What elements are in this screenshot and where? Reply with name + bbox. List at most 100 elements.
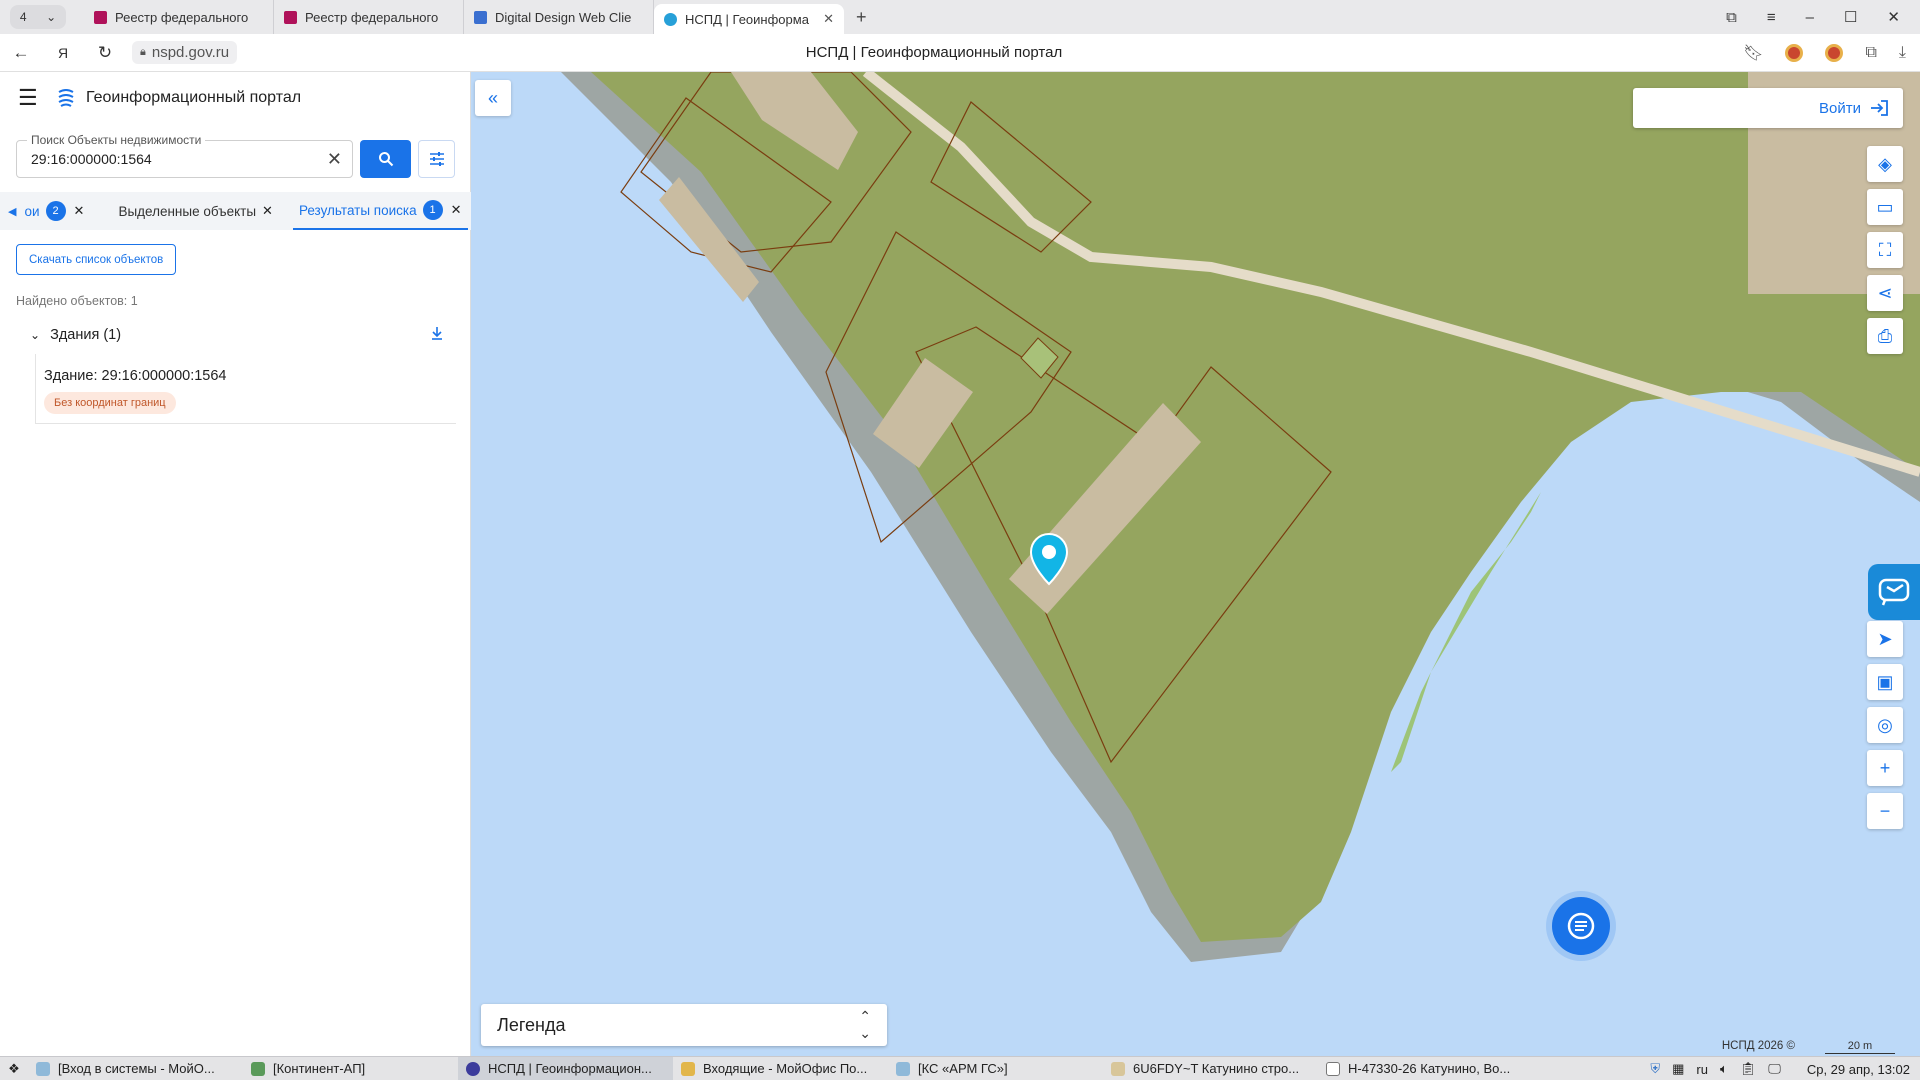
tab-count: 4	[19, 10, 27, 24]
found-count: Найдено объектов: 1	[16, 294, 138, 308]
area-select-button[interactable]: ⛶	[1867, 232, 1903, 268]
volume-icon[interactable]: 🔈︎	[1720, 1061, 1728, 1077]
tab-label: ои	[24, 203, 40, 219]
taskbar-item-label: НСПД | Геоинформацион...	[488, 1061, 652, 1076]
filter-button[interactable]	[418, 140, 455, 178]
tab-count-badge: 2	[45, 201, 66, 221]
download-icon[interactable]	[430, 326, 444, 344]
ruler-icon: ▭	[1876, 196, 1894, 217]
clock[interactable]: Ср, 29 апр, 13:02	[1807, 1062, 1910, 1077]
clipboard-icon[interactable]: 📋︎	[1740, 1061, 1757, 1077]
close-tab-icon[interactable]: ✕	[451, 202, 462, 218]
maximize-icon[interactable]: ☐	[1844, 8, 1857, 26]
feedback-button[interactable]	[1868, 564, 1920, 620]
expand-collapse-icon: ⌃ ⌄	[859, 1008, 871, 1041]
shield-icon[interactable]: ⛨	[1650, 1061, 1660, 1077]
chevron-left-icon[interactable]: ◀	[8, 205, 16, 218]
printer-icon: ⎙	[1877, 325, 1893, 346]
page-title: НСПД | Геоинформационный портал	[805, 44, 1063, 61]
network-icon[interactable]: ▦	[1672, 1061, 1684, 1077]
taskbar-item[interactable]: 6U6FDY~T Катунино стро...	[1103, 1057, 1318, 1080]
taskbar-item[interactable]: НСПД | Геоинформацион...	[458, 1056, 673, 1080]
minimize-icon[interactable]: –	[1806, 9, 1814, 26]
list-item[interactable]: Здание: 29:16:000000:1564 Без координат …	[35, 354, 456, 424]
chat-button[interactable]	[1552, 897, 1610, 955]
browser-icon	[466, 1061, 480, 1076]
login-button[interactable]: Войти	[1633, 88, 1903, 128]
panel-tabs: ◀ ои 2 ✕ Выделенные объекты ✕ Результаты…	[0, 192, 471, 230]
folder-icon	[1111, 1061, 1125, 1076]
minimap-button[interactable]: ▣	[1867, 664, 1903, 700]
tab-count-button[interactable]: 4 ⌄	[10, 5, 66, 29]
taskbar-item-label: [Вход в системы - МойО...	[58, 1061, 215, 1076]
result-title: Здание: 29:16:000000:1564	[44, 368, 227, 384]
app-icon	[36, 1061, 50, 1076]
lock-icon: 🔒︎	[140, 46, 146, 58]
chevron-down-icon[interactable]: ⌄	[30, 328, 40, 342]
keyboard-layout[interactable]: ru	[1696, 1062, 1708, 1077]
app-icon	[251, 1061, 265, 1076]
ruler-button[interactable]: ▭	[1867, 189, 1903, 225]
browser-tab-2[interactable]: Реестр федерального	[274, 0, 464, 34]
map-view[interactable]: « Войти ◈ ▭ ⛶ ⋖ ⎙ ➤ ▣ ◎ + − Легенда ⌃⌄	[471, 72, 1920, 1056]
close-tab-icon[interactable]: ✕	[74, 203, 85, 219]
browser-tab-1[interactable]: Реестр федерального	[84, 0, 274, 34]
my-location-button[interactable]: ➤	[1867, 621, 1903, 657]
hamburger-menu-icon[interactable]: ≡	[1767, 9, 1776, 26]
extension-icon[interactable]	[1825, 44, 1844, 62]
reload-icon[interactable]: ↻	[84, 43, 126, 63]
download-list-button[interactable]: Скачать список объектов	[16, 244, 177, 275]
url-field[interactable]: 🔒︎ nspd.gov.ru	[132, 41, 238, 64]
extension-icon[interactable]	[1785, 44, 1804, 62]
new-tab-icon[interactable]: +	[856, 7, 867, 28]
back-arrow-icon[interactable]: ←	[0, 43, 42, 63]
close-tab-icon[interactable]: ✕	[262, 203, 273, 219]
start-menu-icon[interactable]: ❖	[0, 1061, 28, 1077]
select-area-icon: ⛶	[1878, 239, 1892, 260]
taskbar-item[interactable]: Н-47330-26 Катунино, Во...	[1318, 1057, 1533, 1080]
minus-icon: −	[1879, 800, 1891, 821]
close-tab-icon[interactable]: ✕	[823, 11, 834, 27]
zoom-out-button[interactable]: −	[1867, 793, 1903, 829]
plus-icon: +	[1879, 757, 1891, 778]
taskbar-item[interactable]: [КС «АРМ ГС»]	[888, 1057, 1103, 1080]
tab-search-history[interactable]: ◀ ои 2 ✕	[0, 192, 90, 230]
layers-button[interactable]: ◈	[1867, 146, 1903, 182]
close-window-icon[interactable]: ✕	[1887, 8, 1900, 26]
bookmark-icon[interactable]: 🔖︎	[1743, 43, 1763, 63]
tab-menu-icon[interactable]: ⧉	[1726, 9, 1737, 26]
browser-tab-title: Реестр федерального	[305, 9, 439, 25]
tab-search-results[interactable]: Результаты поиска 1 ✕	[292, 192, 468, 230]
taskbar-item-label: [Континент-АП]	[273, 1061, 366, 1076]
taskbar-item-label: Входящие - МойОфис По...	[703, 1061, 868, 1076]
geolocate-button[interactable]: ◎	[1867, 707, 1903, 743]
menu-icon[interactable]: ☰	[18, 85, 56, 111]
group-buildings[interactable]: ⌄ Здания (1)	[30, 326, 444, 344]
taskbar-item[interactable]: [Континент-АП]	[243, 1057, 458, 1080]
map-canvas[interactable]	[471, 72, 1920, 1056]
extensions-puzzle-icon[interactable]: ⧉	[1865, 44, 1876, 62]
clear-icon[interactable]: ✕	[327, 149, 342, 170]
display-icon[interactable]: 🖵︎	[1768, 1061, 1781, 1077]
collapse-panel-button[interactable]: «	[475, 80, 511, 116]
registry-favicon-icon	[94, 10, 107, 24]
legend-toggle[interactable]: Легенда ⌃ ⌄	[481, 1004, 887, 1046]
group-label: Здания (1)	[50, 327, 122, 343]
print-button[interactable]: ⎙	[1867, 318, 1903, 354]
tab-selected-objects[interactable]: Выделенные объекты ✕	[112, 192, 279, 230]
zoom-in-button[interactable]: +	[1867, 750, 1903, 786]
portal-logo-icon	[58, 89, 74, 107]
search-field: Поиск Объекты недвижимости ✕	[16, 133, 353, 178]
browser-tab-title: Digital Design Web Clie	[495, 9, 632, 25]
yandex-icon[interactable]: Я	[42, 45, 84, 61]
taskbar-item-label: 6U6FDY~T Катунино стро...	[1133, 1061, 1300, 1076]
download-icon[interactable]: ⤓	[1899, 44, 1906, 62]
browser-tab-3[interactable]: Digital Design Web Clie	[464, 0, 654, 34]
taskbar-item[interactable]: Входящие - МойОфис По...	[673, 1057, 888, 1080]
share-button[interactable]: ⋖	[1867, 275, 1903, 311]
document-icon	[1326, 1061, 1340, 1076]
search-button[interactable]	[360, 140, 411, 178]
browser-tab-4[interactable]: НСПД | Геоинформа ✕	[654, 4, 844, 34]
chevron-down-icon: ⌄	[46, 10, 57, 24]
taskbar-item[interactable]: [Вход в системы - МойО...	[28, 1057, 243, 1080]
